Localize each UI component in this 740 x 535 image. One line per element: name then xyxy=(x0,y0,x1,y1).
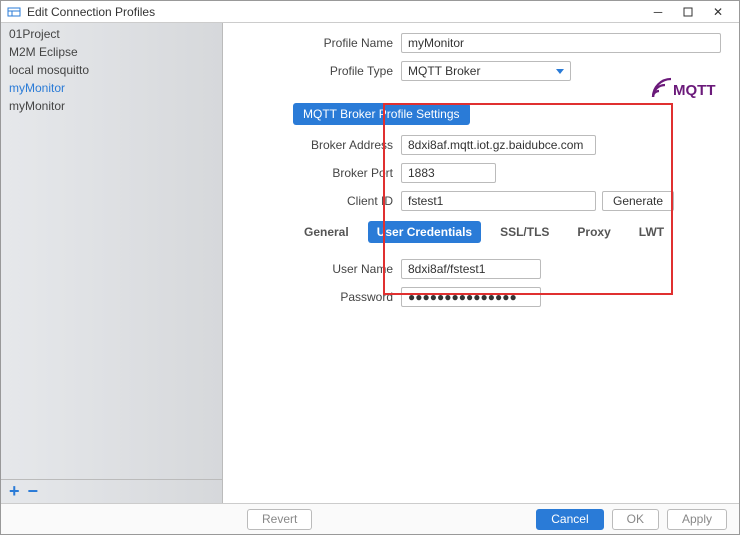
window-controls: ─ ✕ xyxy=(643,2,733,22)
cancel-button[interactable]: Cancel xyxy=(536,509,603,530)
client-id-row: Client ID Generate xyxy=(241,191,721,211)
close-button[interactable]: ✕ xyxy=(703,2,733,22)
broker-address-row: Broker Address xyxy=(241,135,721,155)
profile-name-row: Profile Name xyxy=(241,33,721,53)
profile-type-label: Profile Type xyxy=(241,64,401,78)
tab-general[interactable]: General xyxy=(295,221,358,243)
profiles-list: 01Project M2M Eclipse local mosquitto my… xyxy=(1,23,222,479)
password-row: Password xyxy=(241,287,721,307)
profile-type-value: MQTT Broker xyxy=(408,64,480,78)
password-input[interactable] xyxy=(401,287,541,307)
maximize-button[interactable] xyxy=(673,2,703,22)
add-profile-icon[interactable]: + xyxy=(9,481,20,502)
broker-settings-header: MQTT Broker Profile Settings xyxy=(293,103,470,125)
dialog-footer: Revert Cancel OK Apply xyxy=(1,503,739,534)
broker-address-input[interactable] xyxy=(401,135,596,155)
tab-proxy[interactable]: Proxy xyxy=(568,221,619,243)
profile-form: Profile Name Profile Type MQTT Broker MQ… xyxy=(223,23,739,503)
profile-name-label: Profile Name xyxy=(241,36,401,50)
password-label: Password xyxy=(241,290,401,304)
username-row: User Name xyxy=(241,259,721,279)
broker-port-label: Broker Port xyxy=(241,166,401,180)
profile-item[interactable]: local mosquitto xyxy=(1,61,222,79)
app-icon xyxy=(7,5,21,19)
svg-text:MQTT: MQTT xyxy=(673,82,716,99)
apply-button[interactable]: Apply xyxy=(667,509,727,530)
profile-item[interactable]: 01Project xyxy=(1,25,222,43)
minimize-button[interactable]: ─ xyxy=(643,2,673,22)
profile-type-select[interactable]: MQTT Broker xyxy=(401,61,571,81)
revert-button[interactable]: Revert xyxy=(247,509,312,530)
tab-lwt[interactable]: LWT xyxy=(630,221,673,243)
sidebar-footer: + − xyxy=(1,479,222,503)
generate-button[interactable]: Generate xyxy=(602,191,674,211)
profiles-sidebar: 01Project M2M Eclipse local mosquitto my… xyxy=(1,23,223,503)
profile-type-row: Profile Type MQTT Broker xyxy=(241,61,721,81)
tab-user-credentials[interactable]: User Credentials xyxy=(368,221,481,243)
client-id-input[interactable] xyxy=(401,191,596,211)
broker-address-label: Broker Address xyxy=(241,138,401,152)
tab-ssl-tls[interactable]: SSL/TLS xyxy=(491,221,558,243)
chevron-down-icon xyxy=(556,69,564,74)
mqtt-logo: MQTT xyxy=(651,77,721,102)
profile-item[interactable]: M2M Eclipse xyxy=(1,43,222,61)
profile-name-input[interactable] xyxy=(401,33,721,53)
settings-tabs: General User Credentials SSL/TLS Proxy L… xyxy=(295,221,721,243)
main-area: 01Project M2M Eclipse local mosquitto my… xyxy=(1,23,739,503)
profile-item[interactable]: myMonitor xyxy=(1,79,222,97)
ok-button[interactable]: OK xyxy=(612,509,659,530)
client-id-label: Client ID xyxy=(241,194,401,208)
username-input[interactable] xyxy=(401,259,541,279)
titlebar: Edit Connection Profiles ─ ✕ xyxy=(1,1,739,23)
remove-profile-icon[interactable]: − xyxy=(28,481,39,502)
broker-port-row: Broker Port xyxy=(241,163,721,183)
profile-item[interactable]: myMonitor xyxy=(1,97,222,115)
broker-port-input[interactable] xyxy=(401,163,496,183)
username-label: User Name xyxy=(241,262,401,276)
window-title: Edit Connection Profiles xyxy=(27,5,643,19)
